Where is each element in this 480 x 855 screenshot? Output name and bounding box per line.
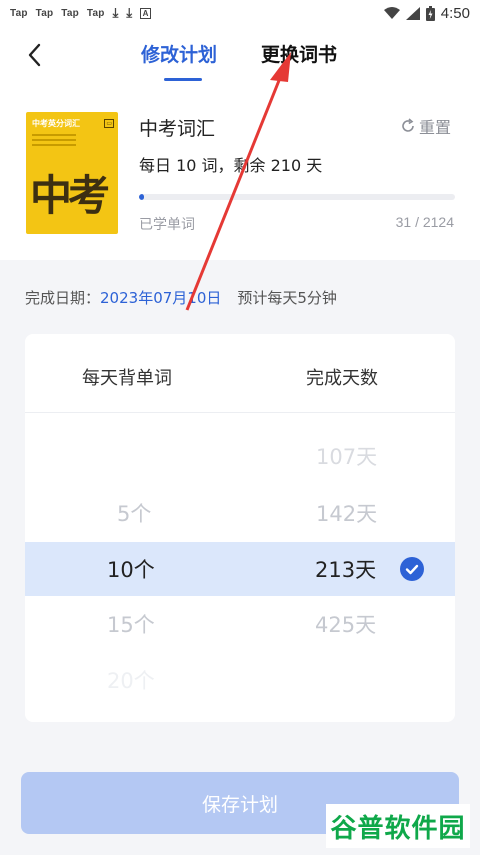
words-option[interactable]: 15个: [107, 609, 155, 639]
system-icons: 4:50: [383, 4, 470, 22]
cover-title: 中考英分词汇: [32, 119, 80, 128]
picker-divider: [25, 412, 455, 413]
watermark-logo: 谷普软件园: [326, 804, 470, 848]
tab-change-book[interactable]: 更换词书: [261, 40, 337, 67]
reset-button[interactable]: 重置: [400, 114, 451, 138]
tap-notification-icon: Tap: [35, 7, 54, 19]
days-option[interactable]: 142天: [316, 498, 377, 528]
tap-notification-icon: Tap: [10, 7, 28, 19]
finish-date-row: 完成日期： 2023年07月10日 预计每天5分钟: [25, 287, 337, 308]
clock: 4:50: [440, 4, 470, 22]
battery-icon: [425, 5, 435, 21]
notification-icons: Tap Tap Tap Tap ⤓ ⤓ A: [10, 5, 152, 21]
cover-tag: ▭: [104, 119, 114, 128]
book-card: 中考英分词汇 ▭ 中考 中考词汇 重置 每日 10 词，剩余 210 天 已学单…: [0, 96, 480, 260]
top-nav: 修改计划 更换词书: [0, 26, 480, 96]
active-tab-indicator: [164, 78, 202, 81]
learned-words-label: 已学单词: [139, 217, 195, 233]
words-option[interactable]: 20个: [107, 665, 155, 695]
days-option[interactable]: 425天: [315, 609, 376, 639]
learned-words-count: 31 / 2124: [395, 214, 454, 230]
selected-row[interactable]: [25, 542, 455, 596]
daily-estimate: 预计每天5分钟: [237, 289, 337, 307]
progress-fill: [139, 194, 144, 200]
plan-picker: 每天背单词 完成天数 107天 5个 142天 10个 213天 15个 425…: [25, 334, 455, 722]
refresh-icon: [402, 118, 414, 132]
back-button[interactable]: [20, 40, 50, 70]
finish-date-value: 2023年07月10日: [100, 289, 222, 307]
finish-date-label: 完成日期：: [25, 289, 101, 307]
signal-icon: [405, 6, 420, 20]
check-icon: [400, 557, 424, 581]
tap-notification-icon: Tap: [61, 7, 79, 19]
words-option-selected[interactable]: 10个: [107, 554, 155, 584]
cover-decoration: [32, 134, 76, 156]
chevron-left-icon: [28, 43, 41, 67]
app-notification-icon: A: [140, 7, 152, 19]
learning-progress-bar: [139, 194, 455, 200]
words-option[interactable]: 5个: [117, 498, 151, 528]
cover-big-text: 中考: [30, 171, 110, 220]
tab-modify-plan[interactable]: 修改计划: [141, 40, 217, 67]
download-icon: ⤓: [126, 5, 133, 20]
days-option-selected[interactable]: 213天: [315, 554, 376, 584]
reset-label: 重置: [419, 118, 452, 137]
days-to-finish-header: 完成天数: [306, 368, 378, 389]
status-bar: Tap Tap Tap Tap ⤓ ⤓ A 4:50: [0, 0, 480, 26]
words-per-day-header: 每天背单词: [82, 368, 172, 389]
wifi-icon: [383, 6, 400, 19]
tap-notification-icon: Tap: [86, 7, 105, 19]
days-option[interactable]: 107天: [316, 441, 377, 471]
book-title: 中考词汇: [139, 118, 216, 140]
plan-summary: 每日 10 词，剩余 210 天: [139, 156, 323, 175]
download-icon: ⤓: [112, 5, 119, 20]
book-cover[interactable]: 中考英分词汇 ▭ 中考: [26, 112, 118, 234]
